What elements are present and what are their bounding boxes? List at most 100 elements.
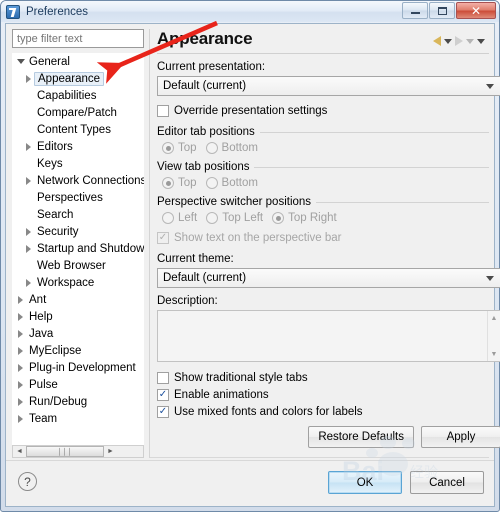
tree-item-label: Java <box>29 327 54 340</box>
view-tab-top-label: Top <box>178 177 197 189</box>
twisty-collapsed-icon[interactable] <box>22 245 35 253</box>
tree-item-appearance[interactable]: Appearance <box>12 70 144 87</box>
twisty-collapsed-icon[interactable] <box>14 313 27 321</box>
tree-item-ant[interactable]: Ant <box>12 291 144 308</box>
view-tab-top-radio[interactable]: Top <box>162 177 197 189</box>
tree-item-label: Perspectives <box>37 191 103 204</box>
eclipse-preferences-icon <box>6 4 20 19</box>
tree-item-pulse[interactable]: Pulse <box>12 376 144 393</box>
tree-item-content-types[interactable]: Content Types <box>12 121 144 138</box>
perspective-top-right-radio[interactable]: Top Right <box>272 212 337 224</box>
twisty-expanded-icon[interactable] <box>14 59 27 64</box>
tree-item-network-connections[interactable]: Network Connections <box>12 172 144 189</box>
override-presentation-row[interactable]: Override presentation settings <box>157 102 489 119</box>
show-text-perspective-bar-checkbox[interactable] <box>157 231 169 244</box>
editor-tab-bottom-radio[interactable]: Bottom <box>205 142 258 154</box>
enable-animations-checkbox[interactable] <box>157 388 169 401</box>
tree-item-java[interactable]: Java <box>12 325 144 342</box>
perspective-switcher-legend: Perspective switcher positions <box>157 196 489 208</box>
tree-item-run-debug[interactable]: Run/Debug <box>12 393 144 410</box>
override-presentation-checkbox[interactable] <box>157 104 169 117</box>
enable-animations-row[interactable]: Enable animations <box>157 386 489 403</box>
view-menu-icon[interactable] <box>477 38 485 44</box>
radio-dot <box>206 212 219 224</box>
use-mixed-fonts-checkbox[interactable] <box>157 405 169 418</box>
tree-item-label: General <box>29 55 70 68</box>
radio-dot <box>162 212 174 224</box>
preferences-tree[interactable]: General Appearance Capabilities Compare/Pat… <box>12 53 144 445</box>
show-text-perspective-bar-row[interactable]: Show text on the perspective bar <box>157 229 489 246</box>
tree-item-help[interactable]: Help <box>12 308 144 325</box>
tree-item-search[interactable]: Search <box>12 206 144 223</box>
twisty-collapsed-icon[interactable] <box>14 364 27 372</box>
view-tab-bottom-radio[interactable]: Bottom <box>205 177 258 189</box>
view-tab-positions-legend-text: View tab positions <box>157 161 250 173</box>
tree-item-startup-and-shutdown[interactable]: Startup and Shutdown <box>12 240 144 257</box>
tree-item-compare-patch[interactable]: Compare/Patch <box>12 104 144 121</box>
perspective-switcher-legend-text: Perspective switcher positions <box>157 196 312 208</box>
current-presentation-combo[interactable]: Default (current) <box>157 76 500 96</box>
minimize-button[interactable] <box>402 2 428 19</box>
description-textarea[interactable]: ▲ ▼ <box>157 310 500 362</box>
window-title: Preferences <box>26 5 89 18</box>
editor-tab-top-radio[interactable]: Top <box>162 142 197 154</box>
twisty-collapsed-icon[interactable] <box>14 415 27 423</box>
twisty-collapsed-icon[interactable] <box>22 279 35 287</box>
tree-item-plug-in-development[interactable]: Plug-in Development <box>12 359 144 376</box>
twisty-collapsed-icon[interactable] <box>22 143 35 151</box>
dialog-buttons: OK Cancel <box>328 471 484 494</box>
tree-item-label: Workspace <box>37 276 95 289</box>
use-mixed-fonts-label: Use mixed fonts and colors for labels <box>174 405 363 418</box>
tree-item-keys[interactable]: Keys <box>12 155 144 172</box>
chevron-down-icon <box>482 275 498 281</box>
twisty-collapsed-icon[interactable] <box>14 381 27 389</box>
twisty-collapsed-icon[interactable] <box>14 330 27 338</box>
help-icon[interactable]: ? <box>18 472 37 491</box>
tree-item-myeclipse[interactable]: MyEclipse <box>12 342 144 359</box>
cancel-button[interactable]: Cancel <box>410 471 484 494</box>
tree-item-capabilities[interactable]: Capabilities <box>12 87 144 104</box>
editor-tab-positions-group: Editor tab positions Top Bottom <box>157 126 489 154</box>
twisty-collapsed-icon[interactable] <box>14 296 27 304</box>
tree-item-team[interactable]: Team <box>12 410 144 427</box>
tree-item-security[interactable]: Security <box>12 223 144 240</box>
perspective-top-left-label: Top Left <box>222 212 264 224</box>
close-button[interactable]: ✕ <box>456 2 496 19</box>
twisty-collapsed-icon[interactable] <box>14 347 27 355</box>
twisty-collapsed-icon[interactable] <box>22 228 35 236</box>
use-mixed-fonts-row[interactable]: Use mixed fonts and colors for labels <box>157 403 489 420</box>
filter-input[interactable] <box>12 29 144 48</box>
tree-item-editors[interactable]: Editors <box>12 138 144 155</box>
tree-item-label: Web Browser <box>37 259 106 272</box>
tree-item-label: MyEclipse <box>29 344 82 357</box>
show-traditional-style-tabs-checkbox[interactable] <box>157 371 169 384</box>
twisty-collapsed-icon[interactable] <box>22 177 35 185</box>
scroll-right-arrow[interactable]: ► <box>104 446 117 457</box>
tree-item-label: Pulse <box>29 378 58 391</box>
back-dropdown-icon[interactable] <box>444 38 452 44</box>
back-arrow-icon[interactable] <box>433 36 441 46</box>
current-theme-label: Current theme: <box>157 253 234 265</box>
scroll-up-arrow[interactable]: ▲ <box>488 312 500 324</box>
scroll-down-arrow[interactable]: ▼ <box>488 348 500 360</box>
maximize-button[interactable] <box>429 2 455 19</box>
perspective-top-left-radio[interactable]: Top Left <box>206 212 263 224</box>
tree-item-label: Team <box>29 412 58 425</box>
ok-button[interactable]: OK <box>328 471 402 494</box>
scroll-thumb[interactable]: ∣∣∣ <box>26 446 104 457</box>
page-title: Appearance <box>157 29 253 48</box>
apply-button[interactable]: Apply <box>421 426 500 448</box>
description-scrollbar[interactable]: ▲ ▼ <box>487 311 500 361</box>
perspective-left-radio[interactable]: Left <box>162 212 197 224</box>
tree-horizontal-scrollbar[interactable]: ◄ ∣∣∣ ► <box>12 445 144 458</box>
show-traditional-style-tabs-row[interactable]: Show traditional style tabs <box>157 369 489 386</box>
tree-item-workspace[interactable]: Workspace <box>12 274 144 291</box>
scroll-left-arrow[interactable]: ◄ <box>13 446 26 457</box>
current-theme-combo[interactable]: Default (current) <box>157 268 500 288</box>
tree-item-general[interactable]: General <box>12 53 144 70</box>
restore-defaults-button[interactable]: Restore Defaults <box>308 426 414 448</box>
tree-item-web-browser[interactable]: Web Browser <box>12 257 144 274</box>
editor-tab-positions-legend: Editor tab positions <box>157 126 489 138</box>
twisty-collapsed-icon[interactable] <box>14 398 27 406</box>
tree-item-perspectives[interactable]: Perspectives <box>12 189 144 206</box>
